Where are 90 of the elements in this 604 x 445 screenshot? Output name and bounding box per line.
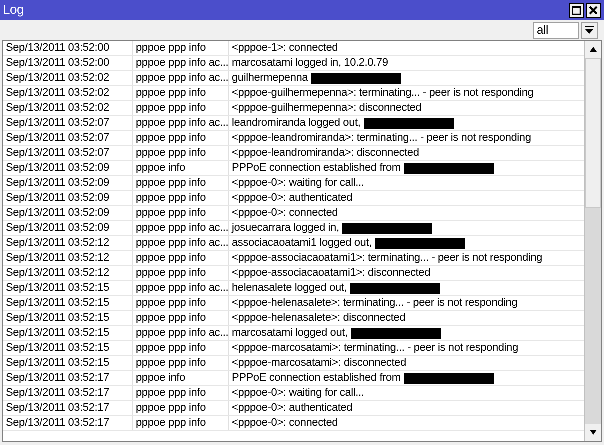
log-time: Sep/13/2011 03:52:07	[6, 146, 110, 160]
log-message: PPPoE connection established from	[232, 161, 401, 175]
log-message: <pppoe-0>: connected	[232, 206, 338, 220]
close-icon	[589, 6, 598, 14]
log-time: Sep/13/2011 03:52:09	[6, 176, 110, 190]
log-message: guilhermepenna	[232, 71, 308, 85]
close-button[interactable]	[586, 2, 601, 18]
log-message: <pppoe-0>: connected	[232, 416, 338, 430]
log-message: <pppoe-0>: authenticated	[232, 191, 353, 205]
log-message: <pppoe-leandromiranda>: terminating... - peer is not responding	[232, 131, 532, 145]
log-topics: pppoe ppp info	[136, 401, 206, 415]
log-time: Sep/13/2011 03:52:15	[6, 341, 110, 355]
log-time: Sep/13/2011 03:52:15	[6, 296, 110, 310]
log-topics: pppoe ppp info	[136, 356, 206, 370]
log-topics: pppoe ppp info ac...	[136, 221, 229, 235]
log-time: Sep/13/2011 03:52:09	[6, 206, 110, 220]
log-topics: pppoe ppp info	[136, 176, 206, 190]
log-topics: pppoe ppp info ac...	[136, 56, 229, 70]
log-topics: pppoe ppp info	[136, 146, 206, 160]
log-message: <pppoe-marcosatami>: disconnected	[232, 356, 406, 370]
scroll-thumb[interactable]	[585, 58, 601, 208]
log-topics: pppoe ppp info	[136, 296, 206, 310]
log-message: <pppoe-helenasalete>: disconnected	[232, 311, 406, 325]
log-message: PPPoE connection established from	[232, 371, 401, 385]
log-message: <pppoe-associacaoatami1>: terminating... - peer is not responding	[232, 251, 542, 265]
log-time: Sep/13/2011 03:52:12	[6, 266, 110, 280]
log-message: <pppoe-0>: waiting for call...	[232, 176, 364, 190]
log-time: Sep/13/2011 03:52:17	[6, 371, 110, 385]
log-time: Sep/13/2011 03:52:15	[6, 326, 110, 340]
log-time: Sep/13/2011 03:52:09	[6, 221, 110, 235]
scroll-up-icon	[590, 47, 596, 52]
log-topics: pppoe ppp info	[136, 41, 206, 55]
log-topics: pppoe ppp info	[136, 386, 206, 400]
log-topics: pppoe ppp info	[136, 191, 206, 205]
log-time: Sep/13/2011 03:52:09	[6, 191, 110, 205]
log-topics: pppoe ppp info	[136, 416, 206, 430]
log-time: Sep/13/2011 03:52:15	[6, 281, 110, 295]
log-topics: pppoe ppp info ac...	[136, 326, 229, 340]
log-topics: pppoe ppp info	[136, 311, 206, 325]
log-time: Sep/13/2011 03:52:02	[6, 71, 110, 85]
log-time: Sep/13/2011 03:52:00	[6, 41, 110, 55]
log-message: marcosatami logged in, 10.2.0.79	[232, 56, 388, 70]
log-time: Sep/13/2011 03:52:15	[6, 356, 110, 370]
dropdown-arrow-icon	[585, 26, 594, 34]
log-topics: pppoe ppp info	[136, 341, 206, 355]
log-topics: pppoe ppp info	[136, 86, 206, 100]
scroll-down-icon	[590, 430, 596, 435]
log-message: marcosatami logged out,	[232, 326, 348, 340]
filter-dropdown[interactable]: all	[533, 22, 579, 38]
log-time: Sep/13/2011 03:52:09	[6, 161, 110, 175]
log-message: <pppoe-0>: waiting for call...	[232, 386, 364, 400]
log-message: <pppoe-0>: authenticated	[232, 401, 353, 415]
log-message: josuecarrara logged in,	[232, 221, 340, 235]
log-message: <pppoe-helenasalete>: terminating... - peer is not responding	[232, 296, 518, 310]
log-time: Sep/13/2011 03:52:02	[6, 86, 110, 100]
log-message: associacaoatami1 logged out,	[232, 236, 372, 250]
log-topics: pppoe ppp info ac...	[136, 281, 229, 295]
log-topics: pppoe ppp info ac...	[136, 116, 229, 130]
log-topics: pppoe ppp info	[136, 266, 206, 280]
log-topics: pppoe ppp info ac...	[136, 71, 229, 85]
log-time: Sep/13/2011 03:52:07	[6, 131, 110, 145]
log-time: Sep/13/2011 03:52:12	[6, 236, 110, 250]
dropdown-button[interactable]	[581, 22, 598, 38]
log-time: Sep/13/2011 03:52:00	[6, 56, 110, 70]
log-topics: pppoe ppp info	[136, 131, 206, 145]
log-message: <pppoe-associacaoatami1>: disconnected	[232, 266, 430, 280]
log-message: leandromiranda logged out,	[232, 116, 361, 130]
scrollbar[interactable]	[584, 41, 601, 441]
log-time: Sep/13/2011 03:52:17	[6, 386, 110, 400]
log-message: helenasalete logged out,	[232, 281, 348, 295]
log-topics: pppoe ppp info ac...	[136, 236, 229, 250]
log-message: <pppoe-leandromiranda>: disconnected	[232, 146, 420, 160]
log-topics: pppoe ppp info	[136, 101, 206, 115]
log-time: Sep/13/2011 03:52:17	[6, 416, 110, 430]
window-title: Log	[3, 1, 26, 20]
maximize-icon	[572, 6, 581, 14]
log-message: <pppoe-guilhermepenna>: disconnected	[232, 101, 422, 115]
log-time: Sep/13/2011 03:52:07	[6, 116, 110, 130]
log-topics: pppoe info	[136, 161, 186, 175]
log-time: Sep/13/2011 03:52:02	[6, 101, 110, 115]
log-topics: pppoe ppp info	[136, 251, 206, 265]
log-topics: pppoe ppp info	[136, 206, 206, 220]
log-topics: pppoe info	[136, 371, 186, 385]
log-time: Sep/13/2011 03:52:15	[6, 311, 110, 325]
maximize-button[interactable]	[569, 2, 584, 18]
log-message: <pppoe-guilhermepenna>: terminating... - peer is not responding	[232, 86, 534, 100]
log-message: <pppoe-1>: connected	[232, 41, 338, 55]
log-time: Sep/13/2011 03:52:17	[6, 401, 110, 415]
log-message: <pppoe-marcosatami>: terminating... - peer is not responding	[232, 341, 518, 355]
log-time: Sep/13/2011 03:52:12	[6, 251, 110, 265]
